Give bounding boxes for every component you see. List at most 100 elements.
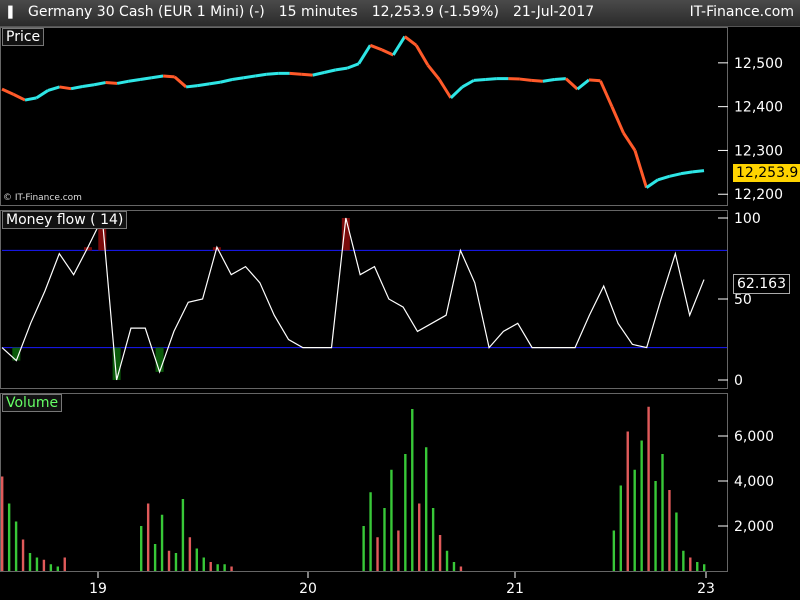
price-segment [588, 78, 601, 83]
price-segment [335, 66, 348, 72]
watermark: © IT-Finance.com [3, 193, 82, 203]
price-segment [151, 74, 164, 80]
volume-bar [195, 548, 199, 571]
price-segment [254, 72, 267, 78]
volume-bar [438, 535, 442, 571]
volume-tick-label: 6,000 [734, 429, 774, 445]
price-segment [139, 76, 152, 81]
price-tick-label: 12,300 [734, 143, 783, 159]
price-segment [243, 74, 256, 80]
volume-bar [7, 503, 11, 571]
volume-bar [369, 492, 372, 571]
volume-bar [42, 559, 46, 571]
volume-bar [21, 539, 25, 571]
volume-bar [153, 544, 157, 571]
price-segment [70, 85, 83, 91]
volume-bar [160, 514, 164, 571]
volume-bar [376, 537, 379, 571]
price-segment [24, 96, 37, 102]
x-tick-label: 19 [89, 581, 107, 597]
volume-bar [459, 566, 463, 571]
price-segment [59, 85, 72, 91]
price-segment [266, 71, 279, 76]
volume-bar [431, 508, 435, 571]
price-segment [185, 84, 198, 89]
price-segment [449, 85, 464, 99]
volume-bar [35, 557, 39, 571]
volume-bar [445, 550, 449, 571]
volume-bar [640, 440, 643, 571]
volume-bar [689, 557, 692, 571]
last-price-tag: 12,253.9 [733, 164, 800, 182]
volume-bar [167, 550, 171, 571]
volume-bar [633, 469, 636, 571]
volume-bar [140, 526, 143, 571]
money-flow-tick-label: 50 [734, 292, 752, 308]
price-segment [289, 71, 302, 76]
price-segment [633, 150, 648, 189]
volume-bar [390, 469, 393, 571]
volume-bar [661, 454, 664, 571]
volume-bar [703, 564, 706, 571]
volume-bar [49, 564, 53, 571]
price-segment [414, 44, 430, 66]
volume-bar [647, 406, 650, 571]
volume-panel-label: Volume [2, 394, 63, 412]
price-tick-label: 12,400 [734, 100, 783, 116]
price-segment [669, 172, 682, 178]
volume-bar [202, 557, 205, 571]
price-segment [93, 81, 106, 87]
volume-bar [209, 562, 212, 571]
volume-bar [424, 447, 428, 571]
volume-bar [28, 553, 32, 571]
price-segment [403, 35, 418, 47]
price-segment [438, 78, 453, 99]
money-flow-last-tag: 62.163 [733, 274, 790, 294]
money-flow-panel-label: Money flow ( 14) [2, 211, 128, 229]
price-segment [426, 64, 441, 81]
price-panel-label: Price [2, 28, 45, 46]
price-segment [346, 62, 360, 70]
price-segment [312, 71, 325, 77]
price-segment [531, 78, 543, 83]
price-segment [105, 81, 118, 85]
volume-bar [56, 566, 60, 571]
volume-bar [216, 564, 219, 571]
price-segment [680, 170, 693, 176]
price-segment [692, 169, 705, 174]
price-segment [35, 89, 49, 100]
price-segment [519, 77, 532, 82]
volume-bar [397, 530, 400, 571]
price-segment [473, 77, 486, 82]
money-flow-line [1, 215, 705, 381]
chart-canvas[interactable]: 12,500 12,400 12,300 12,200 100 50 0 6,000 4,000… [0, 0, 800, 600]
volume-bar [174, 553, 178, 571]
x-tick-label: 20 [299, 581, 317, 597]
volume-bar [696, 562, 699, 571]
volume-tick-label: 4,000 [734, 474, 774, 490]
price-segment [542, 78, 555, 83]
oversold-fill [155, 347, 164, 372]
volume-bar [383, 508, 386, 571]
price-segment [554, 77, 567, 81]
x-tick-label: 23 [697, 581, 715, 597]
volume-bar [63, 557, 66, 571]
price-tick-label: 12,500 [734, 56, 783, 72]
price-segment [576, 78, 590, 91]
volume-bar [223, 564, 226, 571]
volume-bar [146, 503, 150, 571]
volume-bar [654, 481, 657, 571]
volume-bar [362, 526, 365, 571]
volume-bar [682, 550, 685, 571]
volume-bar [1, 476, 4, 571]
price-segment [485, 77, 497, 81]
volume-bar [188, 537, 192, 571]
price-segment [116, 79, 129, 85]
price-segment [301, 72, 313, 77]
price-segment [128, 78, 141, 83]
volume-bar [675, 512, 678, 571]
volume-bar [181, 499, 185, 571]
price-segment [381, 48, 394, 57]
price-segment [1, 87, 15, 96]
price-segment [82, 83, 95, 88]
